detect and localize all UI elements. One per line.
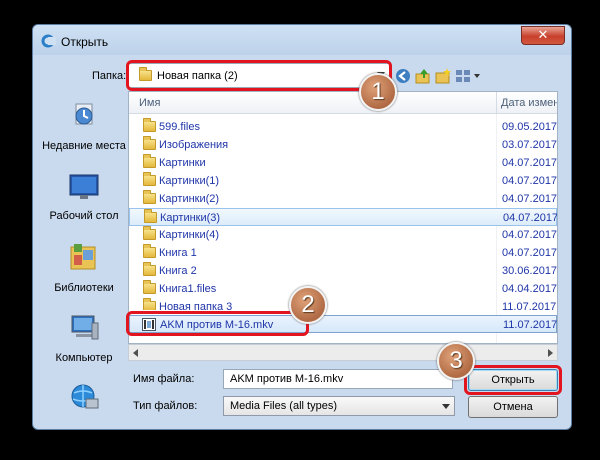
item-name: 599.files: [159, 121, 200, 133]
place-libraries[interactable]: Библиотеки: [41, 241, 127, 295]
places-bar: Недавние места Рабочий стол Библиотеки К…: [41, 91, 127, 421]
item-name: Книга 2: [159, 265, 197, 277]
folder-icon: [143, 262, 156, 276]
place-network[interactable]: [41, 381, 127, 421]
item-date: 11.07.2017 1: [503, 319, 558, 331]
item-name: Картинки(2): [159, 193, 220, 205]
list-item[interactable]: Картинки 04.07.2017 1: [129, 154, 557, 172]
title-bar[interactable]: Открыть ✕: [33, 25, 571, 55]
folder-icon: [143, 118, 156, 132]
item-date: 03.07.2017 1: [502, 139, 558, 151]
place-label: Библиотеки: [54, 282, 114, 294]
place-label: Компьютер: [55, 352, 113, 364]
horizontal-scrollbar[interactable]: [128, 344, 558, 361]
desktop-icon: [69, 174, 99, 199]
item-name: Картинки(3): [160, 212, 221, 224]
list-item[interactable]: Картинки(4) 04.07.2017 1: [129, 226, 557, 244]
folder-icon: [143, 172, 156, 186]
scroll-left-icon[interactable]: [133, 349, 138, 357]
chevron-down-icon[interactable]: [442, 404, 450, 409]
file-list[interactable]: Имя Дата измен 599.files 09.05.2017 ( Изо…: [128, 91, 558, 344]
item-name: Картинки: [159, 157, 206, 169]
folder-icon: [143, 154, 156, 168]
place-recent[interactable]: Недавние места: [41, 101, 127, 153]
view-menu-icon[interactable]: [455, 68, 481, 84]
list-item[interactable]: 599.files 09.05.2017 (: [129, 118, 557, 136]
item-name: Книга1.files: [159, 283, 217, 295]
column-date[interactable]: Дата измен: [501, 97, 557, 109]
app-icon: [41, 34, 56, 48]
step-badge-3: 3: [437, 342, 475, 380]
item-date: 04.07.2017 1: [502, 247, 558, 259]
open-dialog: Открыть ✕ Папка: Новая папка (2) Недавни…: [32, 24, 572, 430]
list-item[interactable]: Книга 1 04.07.2017 1: [129, 244, 557, 262]
step-badge-2: 2: [289, 286, 327, 324]
lookin-label: Папка:: [92, 70, 127, 82]
step-badge-1: 1: [359, 73, 397, 111]
item-date: 04.04.2017 1: [502, 283, 558, 295]
item-date: 04.07.2017 1: [503, 212, 558, 224]
new-folder-icon[interactable]: [435, 68, 451, 84]
folder-icon: [143, 298, 156, 310]
list-item[interactable]: Книга1.files 04.04.2017 1: [129, 280, 557, 298]
folder-icon: [144, 209, 157, 223]
item-date: 09.05.2017 (: [502, 121, 558, 133]
list-header: Имя Дата измен: [129, 92, 557, 114]
item-date: 11.07.2017 1: [502, 301, 557, 310]
close-button[interactable]: ✕: [521, 26, 565, 45]
filetype-label: Тип файлов:: [133, 400, 198, 412]
computer-icon: [71, 315, 99, 340]
list-item-hover[interactable]: Картинки(3) 04.07.2017 1: [129, 208, 557, 226]
item-name: Книга 1: [159, 247, 197, 259]
place-computer[interactable]: Компьютер: [41, 313, 127, 365]
list-item[interactable]: Новая папка 3 11.07.2017 1: [129, 298, 557, 310]
recent-places-icon: [75, 103, 93, 125]
item-date: 04.07.2017 1: [502, 193, 558, 205]
up-folder-icon[interactable]: [415, 68, 431, 84]
highlight-file: [126, 311, 309, 336]
folder-icon: [143, 244, 156, 258]
item-date: 04.07.2017 1: [502, 157, 558, 169]
folder-icon: [143, 226, 156, 240]
filetype-select[interactable]: Media Files (all types): [223, 396, 455, 416]
filename-field[interactable]: AKM против M-16.mkv: [223, 369, 453, 389]
column-divider[interactable]: [496, 92, 497, 114]
folder-icon: [143, 136, 156, 150]
place-label: Рабочий стол: [49, 210, 119, 222]
list-item[interactable]: Картинки(1) 04.07.2017 1: [129, 172, 557, 190]
list-item[interactable]: Изображения 03.07.2017 1: [129, 136, 557, 154]
close-icon: ✕: [537, 28, 549, 43]
filename-label: Имя файла:: [133, 373, 195, 385]
window-title: Открыть: [61, 35, 109, 49]
network-icon: [71, 384, 99, 409]
place-desktop[interactable]: Рабочий стол: [41, 173, 127, 223]
column-name[interactable]: Имя: [139, 97, 160, 109]
back-icon[interactable]: [395, 68, 411, 84]
highlight-open: [464, 365, 562, 395]
folder-icon: [143, 280, 156, 294]
item-name: Картинки(4): [159, 229, 220, 241]
filename-value: AKM против M-16.mkv: [230, 373, 344, 385]
item-date: 04.07.2017 1: [502, 229, 558, 241]
item-date: 04.07.2017 1: [502, 175, 558, 187]
item-name: Изображения: [159, 139, 229, 151]
item-name: Картинки(1): [159, 175, 220, 187]
item-name: Новая папка 3: [159, 301, 233, 310]
folder-icon: [143, 190, 156, 204]
highlight-lookin: [126, 60, 392, 91]
list-item[interactable]: Книга 2 30.06.2017 1: [129, 262, 557, 280]
cancel-button[interactable]: Отмена: [468, 396, 558, 418]
place-label: Недавние места: [42, 140, 126, 152]
libraries-icon: [70, 244, 96, 270]
list-item[interactable]: Картинки(2) 04.07.2017 1: [129, 190, 557, 208]
item-date: 30.06.2017 1: [502, 265, 558, 277]
filetype-value: Media Files (all types): [230, 400, 337, 412]
scroll-right-icon[interactable]: [548, 349, 553, 357]
